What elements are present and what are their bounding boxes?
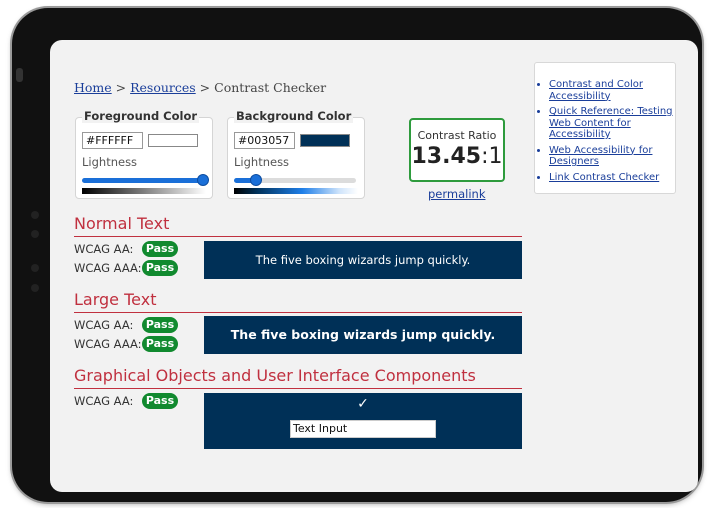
permalink-link[interactable]: permalink — [428, 187, 486, 201]
related-link-text[interactable]: Contrast and Color Accessibility — [549, 79, 643, 102]
large-text-rule — [74, 312, 522, 313]
ui-component-sample: ✓ Text Input — [204, 393, 522, 449]
normal-aa-pass-badge: Pass — [142, 241, 178, 257]
background-color-swatch[interactable] — [300, 134, 350, 147]
related-link-text[interactable]: Quick Reference: Testing Web Content for… — [549, 106, 673, 140]
large-aaa-label: WCAG AAA: — [74, 337, 142, 351]
breadcrumb: Home > Resources > Contrast Checker — [74, 80, 326, 95]
contrast-ratio-number: 13.45 — [411, 144, 482, 169]
foreground-lightness-track[interactable] — [82, 178, 204, 183]
breadcrumb-home-link[interactable]: Home — [74, 80, 112, 95]
large-aa-label: WCAG AA: — [74, 318, 134, 332]
related-link-item[interactable]: Contrast and Color Accessibility — [549, 79, 675, 102]
large-aa-pass-badge: Pass — [142, 317, 178, 333]
background-lightness-thumb[interactable] — [250, 174, 262, 186]
related-link-text[interactable]: Link Contrast Checker — [549, 172, 659, 183]
background-hex-input[interactable]: #003057 — [234, 132, 295, 149]
foreground-color-panel: Foreground Color #FFFFFF Lightness — [75, 109, 213, 199]
background-color-panel: Background Color #003057 Lightness — [227, 109, 365, 199]
related-link-text[interactable]: Web Accessibility for Designers — [549, 145, 652, 168]
normal-aaa-label: WCAG AAA: — [74, 261, 142, 275]
camera-dot — [31, 230, 39, 238]
foreground-lightness-gradient — [82, 188, 206, 194]
side-button — [16, 68, 23, 82]
graphical-objects-rule — [74, 388, 522, 389]
foreground-color-swatch[interactable] — [148, 134, 198, 147]
background-lightness-label: Lightness — [234, 155, 290, 169]
foreground-lightness-label: Lightness — [82, 155, 138, 169]
contrast-ratio-value: 13.45:1 — [411, 144, 503, 169]
sample-text-input[interactable]: Text Input — [290, 420, 436, 438]
graphical-aa-pass-badge: Pass — [142, 393, 178, 409]
breadcrumb-resources-link[interactable]: Resources — [130, 80, 196, 95]
breadcrumb-current: Contrast Checker — [214, 80, 327, 95]
foreground-legend: Foreground Color — [82, 109, 200, 123]
normal-aaa-pass-badge: Pass — [142, 260, 178, 276]
graphical-aa-label: WCAG AA: — [74, 394, 134, 408]
normal-text-sample: The five boxing wizards jump quickly. — [204, 241, 522, 279]
related-links-panel: Contrast and Color Accessibility Quick R… — [534, 62, 676, 194]
large-text-heading: Large Text — [74, 290, 157, 309]
background-lightness-gradient — [234, 188, 358, 194]
background-legend: Background Color — [234, 109, 354, 123]
camera-dot — [31, 211, 39, 219]
related-link-item[interactable]: Web Accessibility for Designers — [549, 145, 675, 168]
foreground-hex-input[interactable]: #FFFFFF — [82, 132, 143, 149]
checkmark-icon: ✓ — [357, 396, 369, 412]
camera-dot — [31, 284, 39, 292]
normal-aa-label: WCAG AA: — [74, 242, 134, 256]
normal-text-rule — [74, 236, 522, 237]
screen: Home > Resources > Contrast Checker Fore… — [50, 40, 698, 492]
graphical-objects-heading: Graphical Objects and User Interface Com… — [74, 366, 476, 385]
contrast-ratio-label: Contrast Ratio — [417, 129, 497, 142]
related-link-item[interactable]: Quick Reference: Testing Web Content for… — [549, 106, 675, 141]
normal-text-heading: Normal Text — [74, 214, 170, 233]
contrast-ratio-box: Contrast Ratio 13.45:1 — [409, 118, 505, 182]
breadcrumb-separator: > — [111, 80, 131, 95]
foreground-lightness-thumb[interactable] — [197, 174, 209, 186]
contrast-ratio-suffix: :1 — [481, 144, 503, 169]
breadcrumb-separator: > — [195, 80, 215, 95]
camera-dot — [31, 264, 39, 272]
tablet-frame: Home > Resources > Contrast Checker Fore… — [12, 8, 702, 502]
large-text-sample: The five boxing wizards jump quickly. — [204, 316, 522, 354]
large-aaa-pass-badge: Pass — [142, 336, 178, 352]
related-link-item[interactable]: Link Contrast Checker — [549, 172, 675, 184]
